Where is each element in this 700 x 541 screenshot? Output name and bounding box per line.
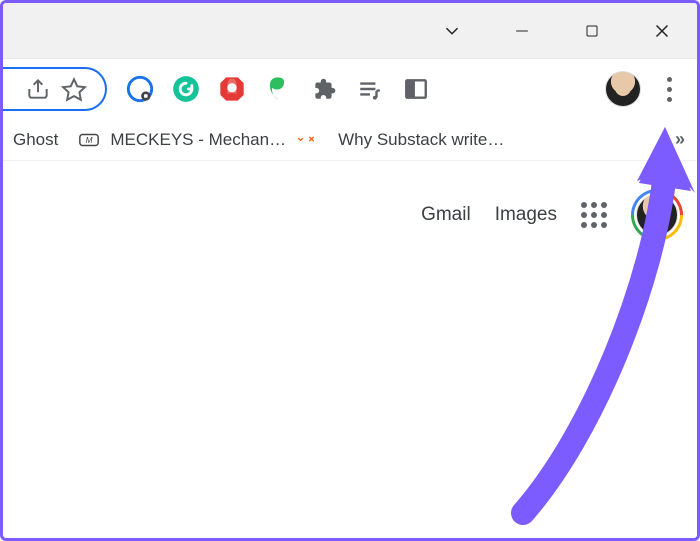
share-icon[interactable] <box>25 76 51 102</box>
bookmark-item-substack[interactable]: Why Substack write… <box>302 129 508 151</box>
bookmark-star-icon[interactable] <box>61 76 87 102</box>
extensions-puzzle-icon[interactable] <box>307 72 341 106</box>
gmail-link[interactable]: Gmail <box>421 204 471 226</box>
browser-toolbar <box>3 59 697 119</box>
bookmark-label: Ghost <box>13 130 58 150</box>
tab-dropdown-button[interactable] <box>417 3 487 59</box>
adblock-icon[interactable] <box>215 72 249 106</box>
close-button[interactable] <box>627 3 697 59</box>
meckeys-favicon-icon: M <box>78 129 100 151</box>
bookmark-item-ghost[interactable]: Ghost <box>9 130 62 150</box>
svg-text:M: M <box>86 135 93 144</box>
page-content: Gmail Images <box>3 161 697 538</box>
substack-favicon-icon <box>306 129 328 151</box>
google-apps-icon[interactable] <box>581 202 607 228</box>
evernote-icon[interactable] <box>261 72 295 106</box>
playlist-icon[interactable] <box>353 72 387 106</box>
omnibox-actions <box>3 67 107 111</box>
chrome-window: Ghost M MECKEYS - Mechan… Why Substack w… <box>0 0 700 541</box>
side-panel-icon[interactable] <box>399 72 433 106</box>
minimize-button[interactable] <box>487 3 557 59</box>
bookmark-item-meckeys[interactable]: M MECKEYS - Mechan… <box>74 129 290 151</box>
images-link[interactable]: Images <box>495 204 557 226</box>
extensions-row <box>123 72 433 106</box>
profile-avatar[interactable] <box>605 71 641 107</box>
google-top-links: Gmail Images <box>421 189 683 241</box>
google-account-button[interactable] <box>631 189 683 241</box>
titlebar <box>3 3 697 59</box>
chrome-menu-button[interactable] <box>653 65 685 113</box>
bookmark-label: Why Substack write… <box>338 130 504 150</box>
maximize-button[interactable] <box>557 3 627 59</box>
bookmarks-overflow-button[interactable]: » <box>675 129 685 150</box>
grammarly-icon[interactable] <box>169 72 203 106</box>
cookie-autodelete-icon[interactable] <box>123 72 157 106</box>
google-account-avatar <box>636 194 678 236</box>
bookmarks-bar: Ghost M MECKEYS - Mechan… Why Substack w… <box>3 119 697 161</box>
bookmark-label: MECKEYS - Mechan… <box>110 130 286 150</box>
